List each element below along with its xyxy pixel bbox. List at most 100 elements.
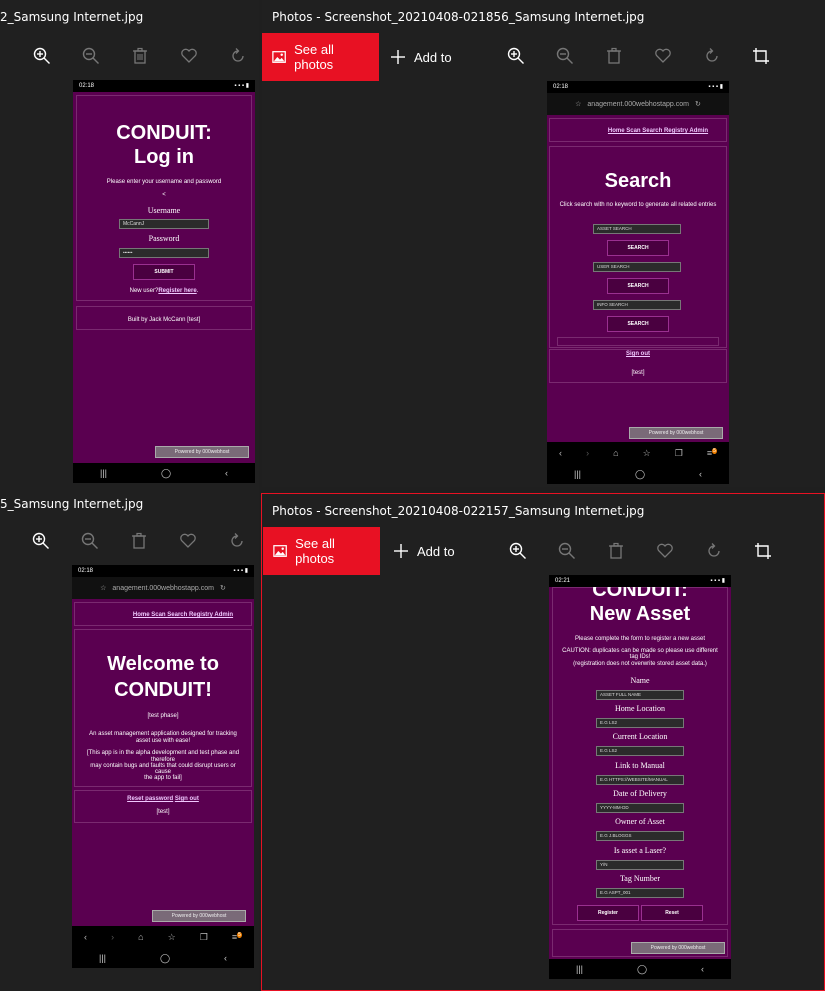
- home-icon[interactable]: ◯: [161, 468, 171, 479]
- tabs-icon[interactable]: ❐: [200, 932, 208, 943]
- forward-arrow-icon[interactable]: ›: [111, 932, 114, 942]
- status-icons: ▪ ▪ ▪ ▮: [708, 84, 723, 90]
- status-bar: 02:18 ▪ ▪ ▪ ▮: [547, 81, 729, 93]
- add-to-button[interactable]: Add to: [390, 33, 452, 81]
- zoom-in-icon[interactable]: [503, 536, 533, 566]
- see-all-photos-button[interactable]: See all photos: [263, 527, 380, 575]
- delete-icon[interactable]: [124, 526, 154, 556]
- delivery-date-input[interactable]: YYYY-MM-DD: [596, 803, 684, 813]
- zoom-out-icon[interactable]: [550, 41, 580, 71]
- bookmarks-icon[interactable]: ☆: [643, 448, 651, 459]
- back-icon[interactable]: ‹: [701, 964, 704, 974]
- home-location-input[interactable]: E.G LS2: [596, 718, 684, 728]
- register-button[interactable]: Register: [577, 905, 639, 921]
- zoom-out-icon[interactable]: [552, 536, 582, 566]
- powered-by-badge[interactable]: Powered by 000webhost: [152, 910, 246, 922]
- back-arrow-icon[interactable]: ‹: [559, 448, 562, 458]
- delete-icon[interactable]: [125, 41, 155, 71]
- info-search-input[interactable]: INFO SEARCH: [593, 300, 681, 310]
- rotate-icon[interactable]: [222, 526, 252, 556]
- forward-arrow-icon[interactable]: ›: [586, 448, 589, 458]
- reload-icon[interactable]: ↻: [220, 584, 226, 592]
- powered-by-badge[interactable]: Powered by 000webhost: [631, 942, 725, 954]
- bookmarks-icon[interactable]: ☆: [168, 932, 176, 943]
- status-time: 02:21: [555, 578, 571, 584]
- powered-by-badge[interactable]: Powered by 000webhost: [155, 446, 249, 458]
- info-search-button[interactable]: SEARCH: [607, 316, 669, 332]
- rotate-icon[interactable]: [697, 41, 727, 71]
- owner-input[interactable]: E.G J.BLOGGS: [596, 831, 684, 841]
- star-icon[interactable]: ☆: [575, 100, 581, 108]
- login-title-2: Log in: [134, 146, 194, 168]
- back-icon[interactable]: ‹: [699, 469, 702, 479]
- recent-apps-icon[interactable]: |||: [99, 953, 106, 963]
- test-label: [test]: [631, 370, 645, 376]
- notification-badge: 5: [712, 448, 717, 454]
- add-to-button[interactable]: Add to: [393, 527, 455, 575]
- home-button-icon[interactable]: ◯: [160, 953, 170, 964]
- user-search-button[interactable]: SEARCH: [607, 278, 669, 294]
- back-icon[interactable]: ‹: [225, 468, 228, 478]
- field-label-laser: Is asset a Laser?: [613, 846, 667, 855]
- tag-number-input[interactable]: E.G ASPT_001: [596, 888, 684, 898]
- favorite-heart-icon[interactable]: [648, 41, 678, 71]
- favorite-heart-icon[interactable]: [650, 536, 680, 566]
- tabs-icon[interactable]: ❐: [675, 448, 683, 459]
- powered-by-badge[interactable]: Powered by 000webhost: [629, 427, 723, 439]
- current-location-input[interactable]: E.G LS2: [596, 746, 684, 756]
- rotate-icon[interactable]: [699, 536, 729, 566]
- reset-password-link[interactable]: Reset password: [127, 796, 173, 802]
- menu-icon[interactable]: ≡5: [232, 932, 242, 942]
- status-time: 02:18: [553, 84, 569, 90]
- menu-icon[interactable]: ≡5: [707, 448, 717, 458]
- delete-icon[interactable]: [601, 536, 631, 566]
- browser-bottom-bar: ‹ › ⌂ ☆ ❐ ≡5: [547, 442, 729, 464]
- home-icon[interactable]: ⌂: [613, 448, 618, 458]
- favorite-heart-icon[interactable]: [174, 41, 204, 71]
- site-nav-links[interactable]: Home Scan Search Registry Admin: [112, 611, 254, 619]
- see-all-photos-button[interactable]: See all photos: [262, 33, 379, 81]
- back-arrow-icon[interactable]: ‹: [84, 932, 87, 942]
- home-button-icon[interactable]: ◯: [635, 469, 645, 480]
- sign-out-link[interactable]: Sign out: [175, 796, 199, 802]
- zoom-out-icon[interactable]: [76, 41, 106, 71]
- asset-search-input[interactable]: ASSET SEARCH: [593, 224, 681, 234]
- submit-button[interactable]: SUBMIT: [133, 264, 195, 280]
- asset-name-input[interactable]: ASSET FULL NAME: [596, 690, 684, 700]
- rotate-icon[interactable]: [223, 41, 253, 71]
- see-all-label: See all photos: [294, 42, 334, 72]
- photo-icon: [272, 51, 286, 63]
- reload-icon[interactable]: ↻: [695, 100, 701, 108]
- url-bar[interactable]: ☆ anagement.000webhostapp.com ↻: [72, 577, 254, 599]
- crop-icon[interactable]: [746, 41, 776, 71]
- zoom-in-icon[interactable]: [26, 526, 56, 556]
- desc-line-7: the app to fail]: [144, 775, 182, 781]
- register-here-link[interactable]: Register here: [158, 288, 196, 294]
- asset-search-button[interactable]: SEARCH: [607, 240, 669, 256]
- reset-button[interactable]: Reset: [641, 905, 703, 921]
- photos-window-top-right: Photos - Screenshot_20210408-021856_Sams…: [262, 0, 825, 487]
- manual-link-input[interactable]: E.G HTTPS://WEBSITE/MANUAL: [596, 775, 684, 785]
- user-search-input[interactable]: USER SEARCH: [593, 262, 681, 272]
- recent-apps-icon[interactable]: |||: [100, 468, 107, 478]
- laser-input[interactable]: Y/N: [596, 860, 684, 870]
- delete-icon[interactable]: [599, 41, 629, 71]
- url-bar[interactable]: ☆ anagement.000webhostapp.com ↻: [547, 93, 729, 115]
- zoom-in-icon[interactable]: [27, 41, 57, 71]
- site-nav-links[interactable]: Home Scan Search Registry Admin: [587, 127, 729, 135]
- username-field[interactable]: McCannJ: [119, 219, 209, 229]
- home-button-icon[interactable]: ◯: [637, 964, 647, 975]
- star-icon[interactable]: ☆: [100, 584, 106, 592]
- favorite-heart-icon[interactable]: [173, 526, 203, 556]
- recent-apps-icon[interactable]: |||: [576, 964, 583, 974]
- zoom-out-icon[interactable]: [75, 526, 105, 556]
- recent-apps-icon[interactable]: |||: [574, 469, 581, 479]
- field-label-owner: Owner of Asset: [615, 817, 665, 826]
- crop-icon[interactable]: [748, 536, 778, 566]
- password-field[interactable]: ••••••: [119, 248, 209, 258]
- back-icon[interactable]: ‹: [224, 953, 227, 963]
- zoom-in-icon[interactable]: [501, 41, 531, 71]
- home-icon[interactable]: ⌂: [138, 932, 143, 942]
- sign-out-link[interactable]: Sign out: [547, 350, 729, 358]
- status-time: 02:18: [79, 83, 95, 89]
